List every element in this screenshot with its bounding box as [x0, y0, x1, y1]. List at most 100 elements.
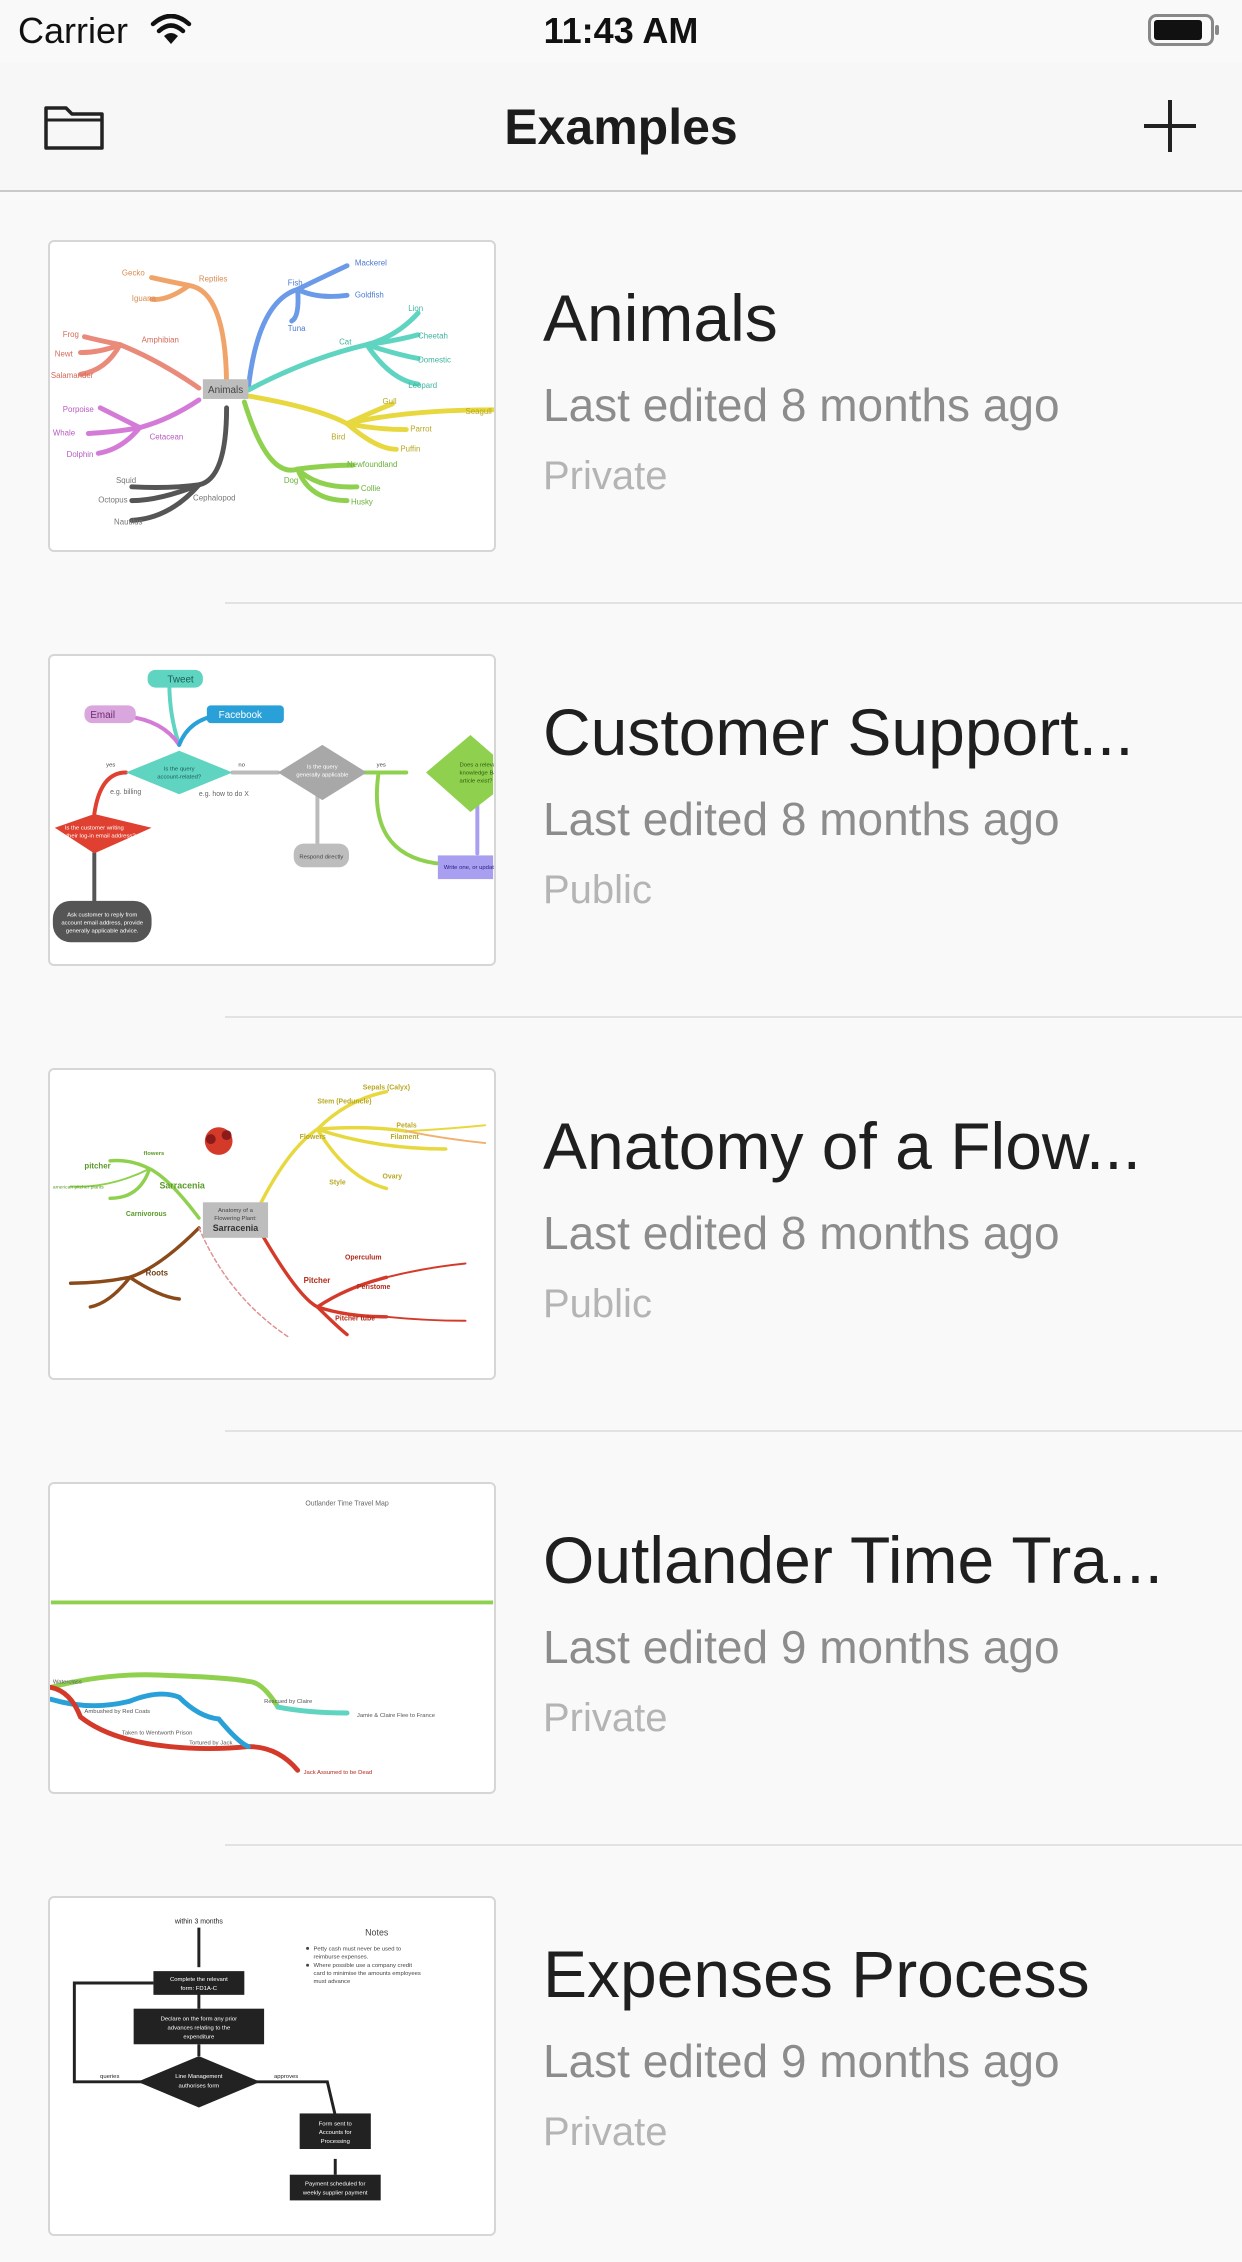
status-time: 11:43 AM	[543, 10, 699, 51]
map-thumbnail: within 3 months Complete the relevant fo…	[48, 1896, 496, 2236]
svg-text:account email address, provide: account email address, provide	[61, 921, 143, 927]
svg-text:e.g. how to do X: e.g. how to do X	[199, 791, 249, 798]
svg-text:Mackerel: Mackerel	[355, 259, 387, 268]
svg-text:Stem (Peduncle): Stem (Peduncle)	[317, 1099, 371, 1106]
flower-mindmap: Anatomy of a Flowering Plant: Sarracenia…	[53, 1085, 487, 1338]
svg-text:Whale: Whale	[53, 428, 76, 437]
svg-text:Sarracenia: Sarracenia	[159, 1180, 204, 1190]
svg-text:Declare on the form any prior: Declare on the form any prior	[161, 2017, 238, 2023]
page-title: Examples	[504, 99, 738, 155]
svg-text:Processing: Processing	[321, 2139, 350, 2145]
svg-text:form: FD1A-C: form: FD1A-C	[181, 1986, 218, 1992]
visibility-label: Public	[543, 1282, 652, 1326]
svg-text:Carnivorous: Carnivorous	[126, 1211, 167, 1218]
svg-text:queries: queries	[100, 2074, 119, 2080]
svg-text:Sarracenia: Sarracenia	[213, 1223, 258, 1233]
battery-icon	[1148, 14, 1220, 46]
svg-text:Pitcher tube: Pitcher tube	[335, 1316, 375, 1323]
list-item[interactable]: within 3 months Complete the relevant fo…	[0, 1848, 1242, 2262]
svg-text:Frog: Frog	[63, 330, 79, 339]
svg-text:knowledge Base: knowledge Base	[460, 770, 494, 776]
svg-text:Does a relevant: Does a relevant	[460, 763, 494, 769]
svg-text:Collie: Collie	[361, 484, 381, 493]
last-edited: Last edited 8 months ago	[543, 379, 1060, 431]
svg-text:flowers: flowers	[144, 1151, 165, 1157]
list-item[interactable]: Anatomy of a Flowering Plant: Sarracenia…	[0, 1020, 1242, 1434]
svg-text:Amphibian: Amphibian	[142, 336, 179, 345]
svg-text:Waterclass: Waterclass	[53, 1679, 82, 1685]
svg-text:Leopard: Leopard	[408, 381, 437, 390]
visibility-label: Private	[543, 1696, 668, 1740]
svg-text:Is the query: Is the query	[164, 767, 195, 773]
last-edited: Last edited 8 months ago	[543, 1207, 1060, 1259]
svg-text:Newfoundland: Newfoundland	[347, 460, 397, 469]
map-title: Animals	[543, 281, 778, 355]
svg-text:Newt: Newt	[55, 350, 74, 359]
support-flowchart: Tweet Email Facebook Is the query accoun…	[52, 669, 494, 943]
svg-text:Write one, or update existing: Write one, or update existing article	[444, 865, 494, 871]
svg-text:Domestic: Domestic	[418, 355, 451, 364]
svg-text:Tweet: Tweet	[167, 675, 194, 686]
svg-text:Email: Email	[90, 710, 115, 721]
svg-text:e.g. billing: e.g. billing	[110, 789, 141, 796]
svg-text:Goldfish: Goldfish	[355, 290, 384, 299]
expenses-flowchart: within 3 months Complete the relevant fo…	[72, 1919, 421, 2201]
svg-text:Style: Style	[329, 1180, 346, 1187]
svg-text:Is the customer writing: Is the customer writing	[65, 826, 124, 832]
visibility-label: Private	[543, 2110, 668, 2154]
svg-text:Gecko: Gecko	[122, 269, 145, 278]
map-thumbnail: Tweet Email Facebook Is the query accoun…	[48, 654, 496, 966]
svg-text:Nautilus: Nautilus	[114, 517, 143, 526]
visibility-label: Private	[543, 454, 668, 498]
last-edited: Last edited 9 months ago	[543, 1621, 1060, 1673]
folder-icon[interactable]	[42, 98, 106, 154]
svg-text:Octopus: Octopus	[98, 496, 127, 505]
svg-text:generally applicable advice.: generally applicable advice.	[66, 928, 139, 934]
list-item[interactable]: Outlander Time Travel Map Waterclass Amb…	[0, 1434, 1242, 1848]
svg-text:reimburse expenses.: reimburse expenses.	[314, 1954, 369, 1960]
svg-text:Puffin: Puffin	[400, 444, 420, 453]
svg-text:Jack Assumed to be Dead: Jack Assumed to be Dead	[304, 1770, 373, 1776]
svg-text:Flowers: Flowers	[300, 1134, 326, 1141]
svg-text:Filament: Filament	[390, 1134, 419, 1141]
svg-text:Is the query: Is the query	[307, 765, 338, 771]
svg-text:Parrot: Parrot	[410, 425, 432, 434]
svg-text:Sepals (Calyx): Sepals (Calyx)	[363, 1085, 410, 1092]
svg-text:article exist?: article exist?	[460, 778, 494, 784]
svg-text:Squid: Squid	[116, 476, 136, 485]
divider	[225, 1016, 1242, 1018]
svg-text:Respond directly: Respond directly	[299, 854, 343, 860]
svg-text:Roots: Roots	[146, 1268, 169, 1277]
svg-text:advances relating to the: advances relating to the	[168, 2025, 231, 2031]
svg-text:from their log-in email addres: from their log-in email address?	[53, 834, 136, 840]
svg-text:Anatomy of a: Anatomy of a	[218, 1208, 254, 1214]
map-title: Anatomy of a Flow...	[543, 1109, 1141, 1183]
svg-text:Animals: Animals	[208, 385, 243, 396]
svg-text:Notes: Notes	[365, 1928, 389, 1938]
list-item[interactable]: Animals Gecko Reptiles Iguana Frog Amphi…	[0, 192, 1242, 606]
status-bar: Carrier 11:43 AM	[0, 0, 1242, 62]
svg-text:Outlander Time Travel Map: Outlander Time Travel Map	[305, 1501, 388, 1508]
svg-text:generally applicable: generally applicable	[296, 772, 349, 778]
visibility-label: Public	[543, 868, 652, 912]
svg-text:Line Management: Line Management	[175, 2074, 223, 2080]
svg-text:Seagull: Seagull	[465, 407, 492, 416]
map-thumbnail: Animals Gecko Reptiles Iguana Frog Amphi…	[48, 240, 496, 552]
svg-text:Husky: Husky	[351, 498, 373, 507]
svg-text:Cetacean: Cetacean	[150, 432, 184, 441]
svg-text:Ask customer to reply from: Ask customer to reply from	[67, 913, 137, 919]
svg-text:Tortured by Jack: Tortured by Jack	[189, 1741, 232, 1747]
add-icon[interactable]	[1140, 96, 1200, 156]
svg-text:card to minimise the amounts e: card to minimise the amounts employees	[314, 1971, 421, 1977]
svg-text:Rescued by Claire: Rescued by Claire	[264, 1699, 313, 1705]
svg-text:Dolphin: Dolphin	[67, 450, 94, 459]
svg-text:Cephalopod: Cephalopod	[193, 494, 235, 503]
svg-text:Gull: Gull	[383, 397, 397, 406]
svg-text:american pitcher plants: american pitcher plants	[53, 1184, 104, 1190]
svg-text:pitcher: pitcher	[84, 1162, 110, 1171]
list-item[interactable]: Tweet Email Facebook Is the query accoun…	[0, 606, 1242, 1020]
svg-text:within 3 months: within 3 months	[174, 1919, 224, 1926]
svg-text:Petty cash must never be used: Petty cash must never be used to	[314, 1946, 402, 1952]
svg-text:Bird: Bird	[331, 432, 345, 441]
svg-text:authorises form: authorises form	[179, 2084, 220, 2090]
